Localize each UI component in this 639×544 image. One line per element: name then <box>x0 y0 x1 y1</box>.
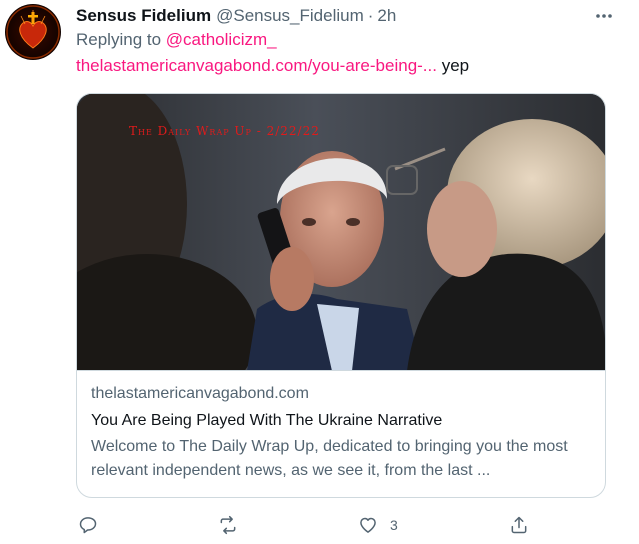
tweet-text: thelastamericanvagabond.com/you-are-bein… <box>76 56 469 76</box>
retweet-button[interactable] <box>218 510 238 540</box>
card-meta: thelastamericanvagabond.com You Are Bein… <box>77 371 605 483</box>
card-domain: thelastamericanvagabond.com <box>91 385 309 402</box>
share-icon <box>511 516 527 534</box>
link-card[interactable]: The Daily Wrap Up - 2/22/22 thelastameri… <box>76 93 606 498</box>
card-image[interactable]: The Daily Wrap Up - 2/22/22 <box>77 94 605 371</box>
card-title: You Are Being Played With The Ukraine Na… <box>91 412 443 429</box>
separator-dot: · <box>367 6 374 25</box>
replying-to: Replying to @catholicizm_ <box>76 30 277 50</box>
image-overlay-title: The Daily Wrap Up - 2/22/22 <box>129 124 320 138</box>
tweet-header: Sensus Fidelium @Sensus_Fidelium · 2h <box>76 4 619 28</box>
like-button[interactable]: 3 <box>358 510 398 540</box>
tweet-actions: 3 <box>76 510 536 540</box>
like-count: 3 <box>390 517 398 533</box>
card-description: Welcome to The Daily Wrap Up, dedicated … <box>91 438 568 479</box>
author-handle[interactable]: @Sensus_Fidelium <box>216 6 364 26</box>
article-link[interactable]: thelastamericanvagabond.com/you-are-bein… <box>76 56 437 75</box>
reply-icon <box>79 517 97 534</box>
sacred-heart-logo <box>6 5 60 59</box>
reply-button[interactable] <box>78 510 98 540</box>
author-name[interactable]: Sensus Fidelium <box>76 6 211 26</box>
avatar[interactable] <box>5 4 61 60</box>
share-button[interactable] <box>509 510 529 540</box>
tweet-text-tail: yep <box>436 56 470 75</box>
tweet[interactable]: Sensus Fidelium @Sensus_Fidelium · 2h Re… <box>0 0 639 544</box>
retweet-icon <box>220 515 236 535</box>
heart-icon <box>360 517 376 533</box>
mention-link[interactable]: @catholicizm_ <box>166 30 277 49</box>
timestamp[interactable]: 2h <box>377 6 396 26</box>
replying-prefix: Replying to <box>76 30 162 49</box>
more-icon <box>596 14 612 18</box>
more-options-button[interactable] <box>589 4 619 28</box>
